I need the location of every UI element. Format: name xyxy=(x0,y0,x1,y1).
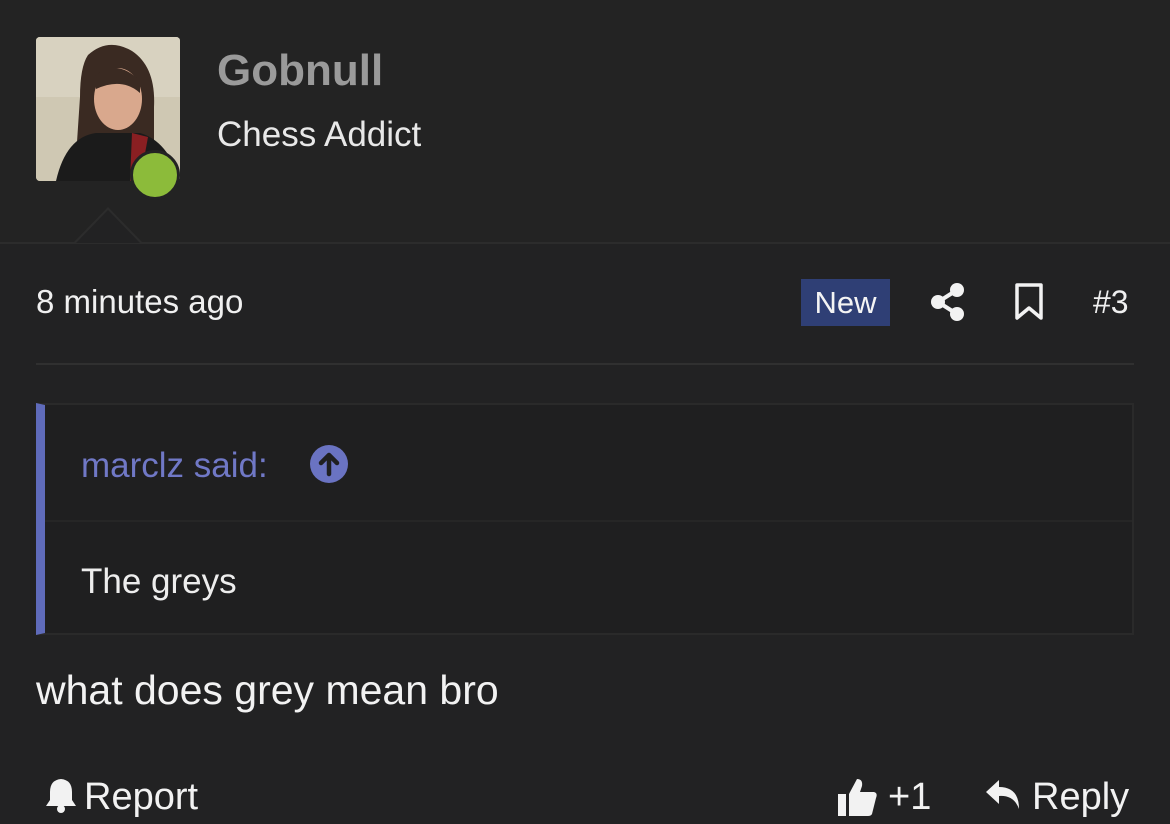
reply-arrow-icon xyxy=(984,776,1022,817)
like-button[interactable]: +1 xyxy=(836,776,931,823)
username[interactable]: Gobnull xyxy=(217,46,383,96)
report-label: Report xyxy=(84,776,199,818)
quote-text: The greys xyxy=(81,562,237,601)
quote-block: marclz said: The greys xyxy=(36,403,1134,635)
report-button[interactable]: Report xyxy=(44,776,198,824)
post-number[interactable]: #3 xyxy=(1093,284,1129,321)
new-badge: New xyxy=(801,279,890,326)
quote-author[interactable]: marclz said: xyxy=(81,446,268,486)
thumbs-up-icon xyxy=(836,776,878,823)
arrow-up-circle-icon[interactable] xyxy=(310,445,348,483)
bookmark-icon[interactable] xyxy=(1014,283,1044,321)
reply-label: Reply xyxy=(1032,776,1130,818)
header-caret xyxy=(74,207,142,243)
share-icon[interactable] xyxy=(930,282,966,322)
meta-divider xyxy=(36,363,1134,365)
post-meta-row: 8 minutes ago New #3 xyxy=(36,278,1134,328)
post-actions: Report +1 Reply xyxy=(0,770,1170,818)
reply-button[interactable]: Reply xyxy=(984,776,1129,819)
quote-header: marclz said: xyxy=(45,405,1132,522)
user-title: Chess Addict xyxy=(217,115,422,154)
bell-icon xyxy=(44,776,78,819)
post-user-header: Gobnull Chess Addict xyxy=(0,0,1170,244)
like-count: +1 xyxy=(888,776,932,818)
post-body: what does grey mean bro xyxy=(36,667,499,713)
online-status-dot xyxy=(130,150,180,200)
post-timestamp[interactable]: 8 minutes ago xyxy=(36,283,243,321)
